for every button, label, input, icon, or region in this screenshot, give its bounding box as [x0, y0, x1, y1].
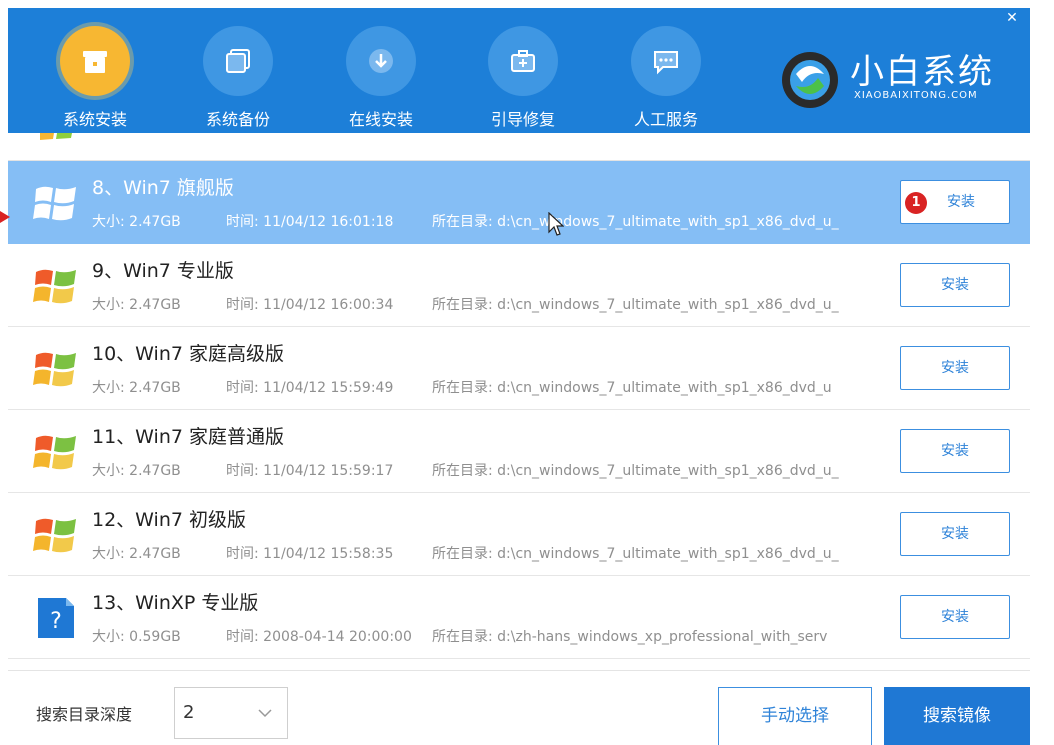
app-window: ✕ 系统安装 系统备份 在线安装 引导修复 人工服务 小白系统 XIAOBAIX…	[0, 0, 1054, 745]
list-item-win7-starter[interactable]: 12、Win7 初级版 大小: 2.47GB 时间: 11/04/12 15:5…	[8, 493, 1030, 576]
brand-logo: 小白系统 XIAOBAIXITONG.COM	[778, 42, 1028, 122]
side-pointer-icon	[0, 211, 10, 223]
install-button[interactable]: 安装	[900, 346, 1010, 390]
nav-label: 人工服务	[633, 110, 698, 129]
list-item-path: 所在目录: d:\cn_windows_7_ultimate_with_sp1_…	[432, 297, 839, 313]
brand-logo-icon	[782, 52, 838, 108]
list-item-winxp-professional[interactable]: ? 13、WinXP 专业版 大小: 0.59GB 时间: 2008-04-14…	[8, 576, 1030, 659]
unknown-file-icon: ?	[38, 598, 74, 638]
nav-label: 系统备份	[205, 110, 270, 129]
windows-flag-icon	[33, 186, 76, 221]
nav-item-manual-service[interactable]: 人工服务	[611, 22, 721, 132]
list-item-path: 所在目录: d:\cn_windows_7_ultimate_with_sp1_…	[432, 546, 839, 562]
install-button[interactable]: 1 安装	[900, 180, 1010, 224]
list-item-size: 大小: 2.47GB	[92, 297, 181, 313]
chevron-down-icon	[258, 709, 272, 718]
list-item-win7-home-basic[interactable]: 11、Win7 家庭普通版 大小: 2.47GB 时间: 11/04/12 15…	[8, 410, 1030, 493]
list-item-win7-ultimate[interactable]: 8、Win7 旗舰版 大小: 2.47GB 时间: 11/04/12 16:01…	[8, 161, 1030, 244]
backup-icon	[203, 26, 273, 96]
list-item-title: 9、Win7 专业版	[92, 260, 234, 282]
list-item-size: 大小: 2.47GB	[92, 380, 181, 396]
list-item-time: 时间: 2008-04-14 20:00:00	[226, 629, 412, 645]
list-item-title: 11、Win7 家庭普通版	[92, 426, 284, 448]
download-icon	[346, 26, 416, 96]
list-item-time: 时间: 11/04/12 15:58:35	[226, 546, 394, 562]
search-image-button[interactable]: 搜索镜像	[884, 687, 1030, 745]
list-item-time: 时间: 11/04/12 15:59:17	[226, 463, 394, 479]
install-box-icon	[60, 26, 130, 96]
windows-flag-icon	[33, 435, 76, 470]
nav-item-system-backup[interactable]: 系统备份	[183, 22, 293, 132]
list-item-path: 所在目录: d:\cn_windows_7_ultimate_with_sp1_…	[432, 214, 839, 230]
windows-flag-icon	[33, 352, 76, 387]
brand-title: 小白系统	[850, 52, 994, 92]
header-bar: ✕ 系统安装 系统备份 在线安装 引导修复 人工服务 小白系统 XIAOBAIX…	[8, 8, 1030, 133]
install-button[interactable]: 安装	[900, 512, 1010, 556]
brand-subtitle: XIAOBAIXITONG.COM	[854, 90, 978, 101]
list-item-size: 大小: 0.59GB	[92, 629, 181, 645]
nav-item-boot-repair[interactable]: 引导修复	[468, 22, 578, 132]
list-item-win7-professional[interactable]: 9、Win7 专业版 大小: 2.47GB 时间: 11/04/12 16:00…	[8, 244, 1030, 327]
list-item-title: 10、Win7 家庭高级版	[92, 343, 284, 365]
nav-label: 引导修复	[490, 110, 555, 129]
chat-icon	[631, 26, 701, 96]
manual-select-button[interactable]: 手动选择	[718, 687, 872, 745]
toolbox-icon	[488, 26, 558, 96]
list-item-path: 所在目录: d:\zh-hans_windows_xp_professional…	[432, 629, 828, 645]
nav-item-online-install[interactable]: 在线安装	[326, 22, 436, 132]
install-button[interactable]: 安装	[900, 429, 1010, 473]
windows-flag-icon	[33, 269, 76, 304]
list-item-title: 8、Win7 旗舰版	[92, 177, 234, 199]
list-item-path: 所在目录: d:\cn_windows_7_ultimate_with_sp1_…	[432, 380, 832, 396]
list-item-partial	[8, 133, 1030, 161]
install-button[interactable]: 安装	[900, 263, 1010, 307]
list-item-size: 大小: 2.47GB	[92, 214, 181, 230]
search-depth-select[interactable]: 2	[174, 687, 288, 739]
step-badge: 1	[905, 192, 927, 214]
nav-label: 系统安装	[62, 110, 127, 129]
list-item-win7-home-premium[interactable]: 10、Win7 家庭高级版 大小: 2.47GB 时间: 11/04/12 15…	[8, 327, 1030, 410]
nav-label: 在线安装	[348, 110, 413, 129]
list-item-time: 时间: 11/04/12 16:00:34	[226, 297, 394, 313]
windows-flag-icon	[33, 518, 76, 553]
mouse-cursor-icon	[548, 212, 564, 236]
nav-item-system-install[interactable]: 系统安装	[40, 22, 150, 132]
list-item-path: 所在目录: d:\cn_windows_7_ultimate_with_sp1_…	[432, 463, 839, 479]
image-list: 8、Win7 旗舰版 大小: 2.47GB 时间: 11/04/12 16:01…	[8, 133, 1030, 670]
install-button-label: 安装	[947, 194, 975, 210]
svg-text:?: ?	[50, 609, 62, 634]
list-item-size: 大小: 2.47GB	[92, 546, 181, 562]
list-item-size: 大小: 2.47GB	[92, 463, 181, 479]
list-item-title: 12、Win7 初级版	[92, 509, 246, 531]
footer-bar: 搜索目录深度 2 手动选择 搜索镜像	[8, 670, 1030, 745]
search-depth-value: 2	[183, 702, 195, 723]
list-item-title: 13、WinXP 专业版	[92, 592, 259, 614]
windows-flag-icon	[40, 133, 72, 140]
list-item-time: 时间: 11/04/12 15:59:49	[226, 380, 394, 396]
close-icon[interactable]: ✕	[998, 8, 1026, 28]
install-button[interactable]: 安装	[900, 595, 1010, 639]
search-depth-label: 搜索目录深度	[36, 705, 133, 724]
list-item-time: 时间: 11/04/12 16:01:18	[226, 214, 394, 230]
